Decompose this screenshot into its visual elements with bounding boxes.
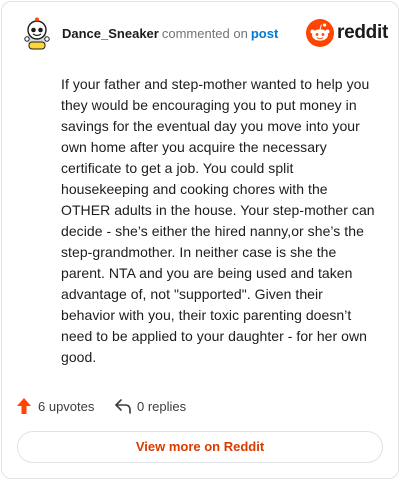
header-line: Dance_Sneaker commented on post: [62, 26, 278, 41]
reddit-wordmark: reddit: [337, 22, 388, 43]
comment-body: If your father and step-mother wanted to…: [61, 76, 375, 365]
comment-actions: 6 upvotes 0 replies: [16, 397, 316, 419]
upvote-count: 6 upvotes: [38, 398, 95, 414]
reply-button[interactable]: 0 replies: [114, 397, 186, 415]
avatar[interactable]: [20, 17, 54, 51]
reddit-logo-icon: [306, 19, 334, 47]
post-link[interactable]: post: [251, 26, 278, 41]
comment-header: Dance_Sneaker commented on post reddit: [16, 17, 388, 51]
reply-count: 0 replies: [137, 398, 187, 414]
upvote-button[interactable]: 6 upvotes: [16, 397, 94, 415]
reply-arrow-icon: [115, 399, 131, 414]
upvote-arrow-icon: [17, 398, 31, 414]
action-verb: commented on: [161, 26, 248, 41]
reddit-brand[interactable]: reddit: [306, 19, 388, 47]
view-more-button[interactable]: View more on Reddit: [17, 431, 383, 463]
username[interactable]: Dance_Sneaker: [62, 26, 159, 41]
